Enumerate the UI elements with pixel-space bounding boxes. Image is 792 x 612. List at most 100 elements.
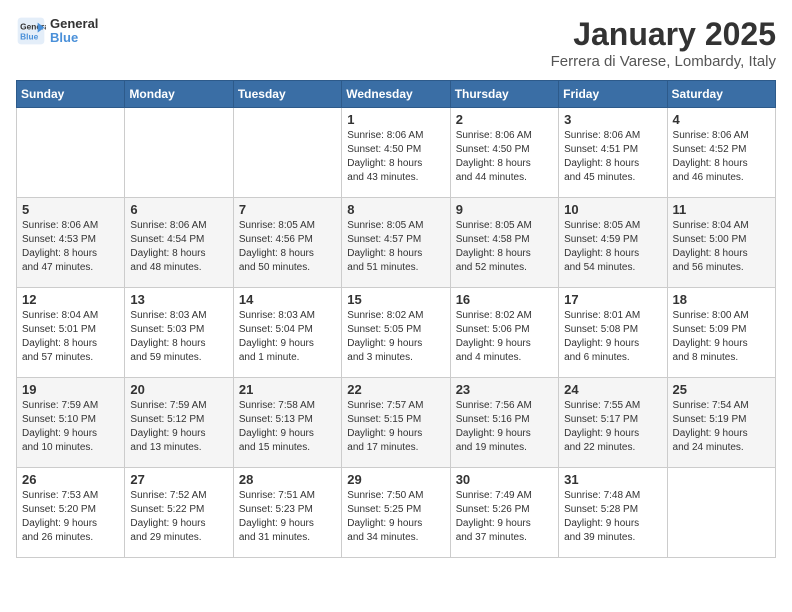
day-number: 8	[347, 202, 444, 217]
calendar-cell	[125, 108, 233, 198]
day-info: Sunrise: 8:05 AM Sunset: 4:56 PM Dayligh…	[239, 219, 336, 275]
calendar-cell: 22Sunrise: 7:57 AM Sunset: 5:15 PM Dayli…	[342, 378, 450, 468]
calendar-week-row: 19Sunrise: 7:59 AM Sunset: 5:10 PM Dayli…	[17, 378, 776, 468]
calendar-cell: 2Sunrise: 8:06 AM Sunset: 4:50 PM Daylig…	[450, 108, 558, 198]
calendar-cell: 28 Sunrise: 7:51 AM Sunset: 5:23 PM Dayli…	[233, 468, 341, 558]
day-info: Sunrise: 7:48 AM Sunset: 5:28 PM Dayligh…	[564, 489, 661, 545]
day-info: Sunrise: 7:51 AM Sunset: 5:23 PM Dayligh…	[239, 489, 336, 545]
calendar-cell: 3 Sunrise: 8:06 AM Sunset: 4:51 PM Daylig…	[559, 108, 667, 198]
calendar-week-row: 1 Sunrise: 8:06 AM Sunset: 4:50 PM Daylig…	[17, 108, 776, 198]
location-subtitle: Ferrera di Varese, Lombardy, Italy	[551, 53, 776, 70]
calendar-cell: 25 Sunrise: 7:54 AM Sunset: 5:19 PM Dayli…	[667, 378, 775, 468]
calendar-cell: 24Sunrise: 7:55 AM Sunset: 5:17 PM Dayli…	[559, 378, 667, 468]
calendar-cell: 26Sunrise: 7:53 AM Sunset: 5:20 PM Dayli…	[17, 468, 125, 558]
day-number: 20	[130, 382, 227, 397]
title-section: January 2025 Ferrera di Varese, Lombardy…	[551, 16, 776, 70]
calendar-cell: 31 Sunrise: 7:48 AM Sunset: 5:28 PM Dayli…	[559, 468, 667, 558]
day-of-week-header: Monday	[125, 81, 233, 108]
calendar-cell: 9Sunrise: 8:05 AM Sunset: 4:58 PM Daylig…	[450, 198, 558, 288]
logo-line1: General	[50, 17, 98, 31]
calendar-cell: 7 Sunrise: 8:05 AM Sunset: 4:56 PM Daylig…	[233, 198, 341, 288]
day-number: 10	[564, 202, 661, 217]
day-number: 31	[564, 472, 661, 487]
day-info: Sunrise: 8:03 AM Sunset: 5:03 PM Dayligh…	[130, 309, 227, 365]
calendar-week-row: 26Sunrise: 7:53 AM Sunset: 5:20 PM Dayli…	[17, 468, 776, 558]
day-of-week-header: Wednesday	[342, 81, 450, 108]
day-of-week-header: Thursday	[450, 81, 558, 108]
day-number: 25	[673, 382, 770, 397]
day-number: 16	[456, 292, 553, 307]
page-header: General Blue General Blue January 2025 F…	[16, 16, 776, 70]
day-of-week-header: Friday	[559, 81, 667, 108]
calendar-cell	[667, 468, 775, 558]
calendar-cell: 12 Sunrise: 8:04 AM Sunset: 5:01 PM Dayli…	[17, 288, 125, 378]
day-number: 13	[130, 292, 227, 307]
calendar-cell: 16 Sunrise: 8:02 AM Sunset: 5:06 PM Dayli…	[450, 288, 558, 378]
day-info: Sunrise: 8:01 AM Sunset: 5:08 PM Dayligh…	[564, 309, 661, 365]
calendar-cell: 4Sunrise: 8:06 AM Sunset: 4:52 PM Daylig…	[667, 108, 775, 198]
day-number: 27	[130, 472, 227, 487]
calendar-cell: 15 Sunrise: 8:02 AM Sunset: 5:05 PM Dayli…	[342, 288, 450, 378]
day-info: Sunrise: 8:06 AM Sunset: 4:54 PM Dayligh…	[130, 219, 227, 275]
logo-line2: Blue	[50, 31, 98, 45]
day-number: 4	[673, 112, 770, 127]
day-number: 14	[239, 292, 336, 307]
day-info: Sunrise: 8:04 AM Sunset: 5:00 PM Dayligh…	[673, 219, 770, 275]
day-number: 22	[347, 382, 444, 397]
day-number: 3	[564, 112, 661, 127]
logo-icon: General Blue	[16, 16, 46, 46]
day-number: 1	[347, 112, 444, 127]
logo-text: General Blue	[50, 17, 98, 46]
day-number: 17	[564, 292, 661, 307]
day-number: 5	[22, 202, 119, 217]
calendar-cell: 10Sunrise: 8:05 AM Sunset: 4:59 PM Dayli…	[559, 198, 667, 288]
day-info: Sunrise: 7:49 AM Sunset: 5:26 PM Dayligh…	[456, 489, 553, 545]
calendar-cell	[233, 108, 341, 198]
calendar-table: SundayMondayTuesdayWednesdayThursdayFrid…	[16, 80, 776, 558]
day-info: Sunrise: 8:06 AM Sunset: 4:51 PM Dayligh…	[564, 129, 661, 185]
calendar-cell: 27 Sunrise: 7:52 AM Sunset: 5:22 PM Dayli…	[125, 468, 233, 558]
calendar-cell	[17, 108, 125, 198]
day-number: 21	[239, 382, 336, 397]
day-info: Sunrise: 8:02 AM Sunset: 5:05 PM Dayligh…	[347, 309, 444, 365]
calendar-week-row: 12 Sunrise: 8:04 AM Sunset: 5:01 PM Dayli…	[17, 288, 776, 378]
day-info: Sunrise: 8:04 AM Sunset: 5:01 PM Dayligh…	[22, 309, 119, 365]
logo: General Blue General Blue	[16, 16, 98, 46]
day-number: 15	[347, 292, 444, 307]
day-of-week-header: Sunday	[17, 81, 125, 108]
day-number: 29	[347, 472, 444, 487]
day-info: Sunrise: 7:59 AM Sunset: 5:10 PM Dayligh…	[22, 399, 119, 455]
day-of-week-header: Tuesday	[233, 81, 341, 108]
calendar-cell: 14Sunrise: 8:03 AM Sunset: 5:04 PM Dayli…	[233, 288, 341, 378]
day-info: Sunrise: 7:50 AM Sunset: 5:25 PM Dayligh…	[347, 489, 444, 545]
day-info: Sunrise: 7:52 AM Sunset: 5:22 PM Dayligh…	[130, 489, 227, 545]
day-info: Sunrise: 7:54 AM Sunset: 5:19 PM Dayligh…	[673, 399, 770, 455]
day-number: 24	[564, 382, 661, 397]
day-info: Sunrise: 8:06 AM Sunset: 4:53 PM Dayligh…	[22, 219, 119, 275]
calendar-cell: 11 Sunrise: 8:04 AM Sunset: 5:00 PM Dayli…	[667, 198, 775, 288]
day-number: 18	[673, 292, 770, 307]
calendar-cell: 20 Sunrise: 7:59 AM Sunset: 5:12 PM Dayli…	[125, 378, 233, 468]
day-number: 7	[239, 202, 336, 217]
day-number: 12	[22, 292, 119, 307]
day-info: Sunrise: 7:56 AM Sunset: 5:16 PM Dayligh…	[456, 399, 553, 455]
calendar-cell: 18Sunrise: 8:00 AM Sunset: 5:09 PM Dayli…	[667, 288, 775, 378]
calendar-cell: 13 Sunrise: 8:03 AM Sunset: 5:03 PM Dayli…	[125, 288, 233, 378]
calendar-week-row: 5 Sunrise: 8:06 AM Sunset: 4:53 PM Daylig…	[17, 198, 776, 288]
day-number: 28	[239, 472, 336, 487]
day-info: Sunrise: 8:05 AM Sunset: 4:57 PM Dayligh…	[347, 219, 444, 275]
day-number: 11	[673, 202, 770, 217]
day-number: 23	[456, 382, 553, 397]
calendar-cell: 5 Sunrise: 8:06 AM Sunset: 4:53 PM Daylig…	[17, 198, 125, 288]
calendar-cell: 8 Sunrise: 8:05 AM Sunset: 4:57 PM Daylig…	[342, 198, 450, 288]
day-info: Sunrise: 8:06 AM Sunset: 4:50 PM Dayligh…	[456, 129, 553, 185]
day-info: Sunrise: 7:59 AM Sunset: 5:12 PM Dayligh…	[130, 399, 227, 455]
calendar-cell: 21Sunrise: 7:58 AM Sunset: 5:13 PM Dayli…	[233, 378, 341, 468]
day-info: Sunrise: 8:06 AM Sunset: 4:50 PM Dayligh…	[347, 129, 444, 185]
day-number: 30	[456, 472, 553, 487]
day-number: 6	[130, 202, 227, 217]
calendar-cell: 29 Sunrise: 7:50 AM Sunset: 5:25 PM Dayli…	[342, 468, 450, 558]
calendar-cell: 1 Sunrise: 8:06 AM Sunset: 4:50 PM Daylig…	[342, 108, 450, 198]
day-info: Sunrise: 8:02 AM Sunset: 5:06 PM Dayligh…	[456, 309, 553, 365]
day-number: 9	[456, 202, 553, 217]
